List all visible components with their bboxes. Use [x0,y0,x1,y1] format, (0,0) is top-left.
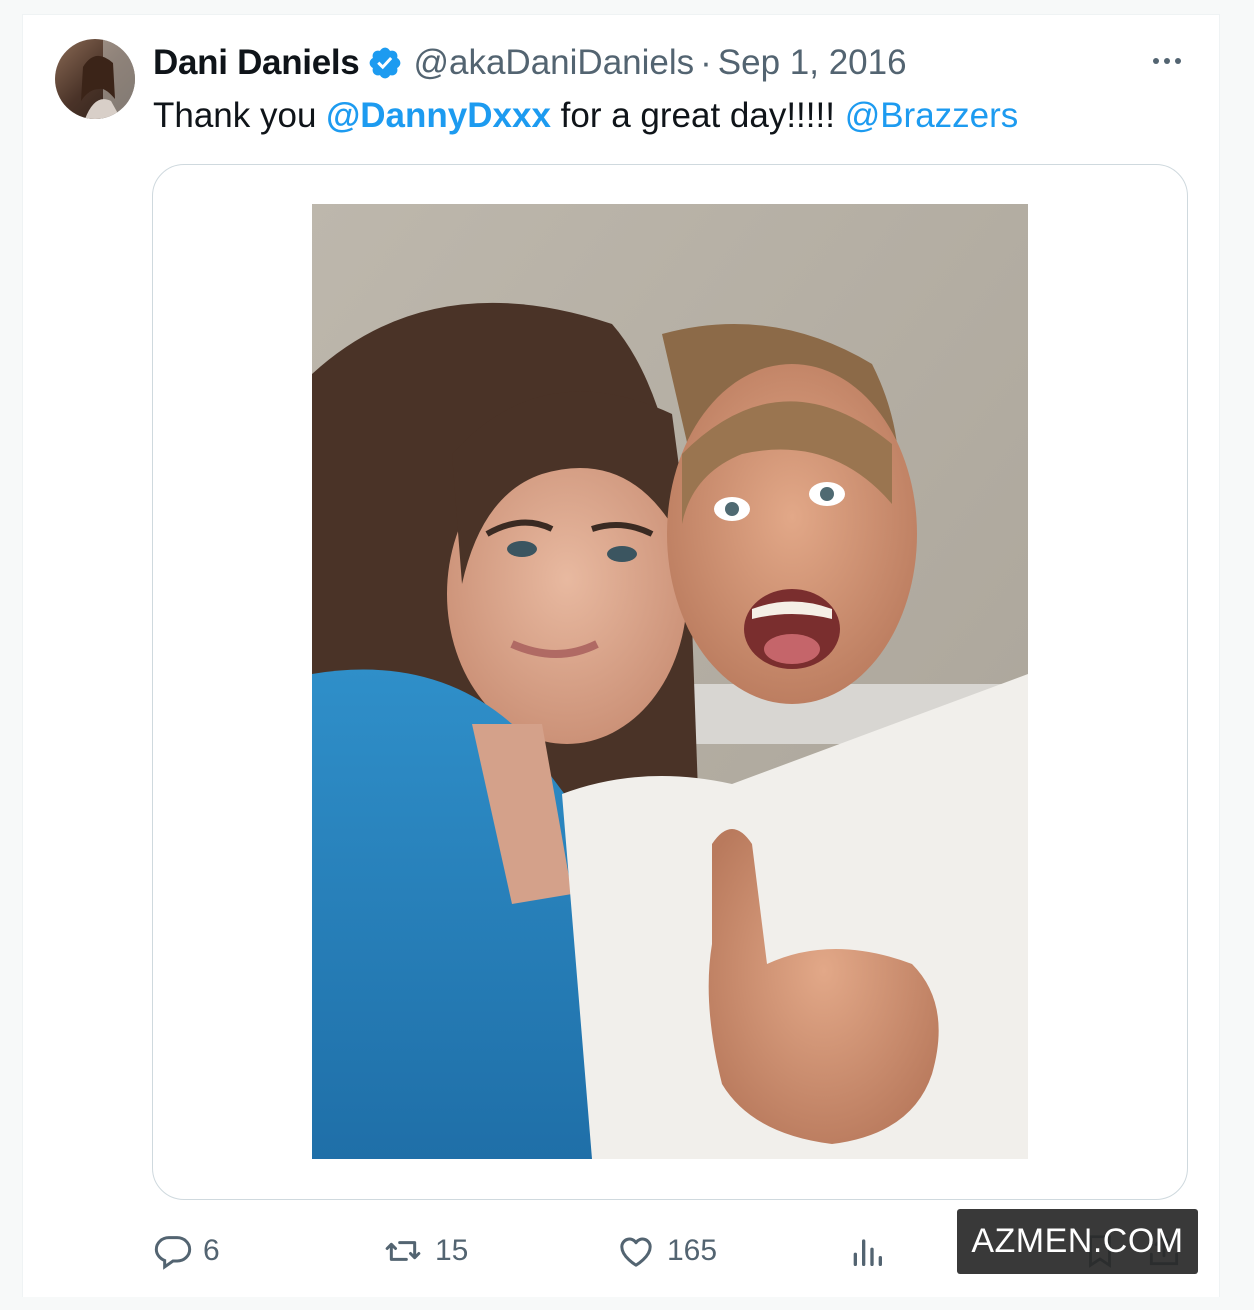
tweet-photo[interactable] [312,204,1028,1159]
tweet-date[interactable]: Sep 1, 2016 [718,43,907,83]
verified-badge-icon [367,45,403,81]
retweet-button[interactable]: 15 [381,1223,468,1279]
like-count: 165 [667,1234,718,1267]
media-container[interactable] [152,164,1188,1200]
tweet-text-start: Thank you [153,96,327,135]
tweet-text-middle: for a great day!!!!! [550,96,845,135]
author-name[interactable]: Dani Daniels [153,43,360,83]
views-button[interactable] [847,1223,887,1279]
mention-link-dannydxxx[interactable]: @DannyDxxx [326,96,551,135]
tweet-header: Dani Daniels @akaDaniDaniels · Sep 1, 20… [153,41,907,85]
like-button[interactable]: 165 [615,1223,717,1279]
reply-count: 6 [203,1234,220,1267]
author-avatar[interactable] [55,39,135,119]
header-separator: · [700,43,712,82]
mention-link-brazzers[interactable]: @Brazzers [845,96,1019,135]
retweet-icon [385,1241,421,1261]
tweet-card[interactable]: Dani Daniels @akaDaniDaniels · Sep 1, 20… [22,14,1220,1297]
photo-image [312,204,1028,1159]
tweet-text: Thank you @DannyDxxx for a great day!!!!… [153,93,1018,139]
reply-button[interactable]: 6 [153,1223,220,1279]
more-options-icon[interactable] [1147,49,1187,73]
retweet-count: 15 [435,1234,469,1267]
avatar-image [55,39,135,119]
heart-icon [620,1237,652,1267]
views-icon [853,1239,882,1266]
watermark-label: AZMEN.COM [957,1209,1198,1274]
reply-icon [154,1236,192,1270]
author-handle[interactable]: @akaDaniDaniels [413,43,694,83]
